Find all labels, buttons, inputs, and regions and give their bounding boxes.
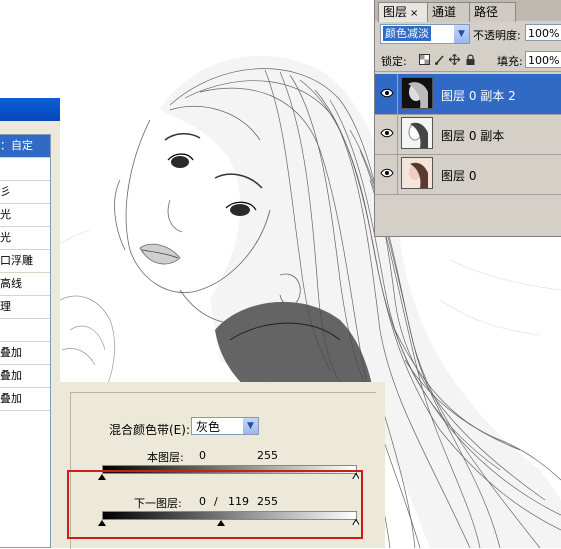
column-divider (397, 74, 398, 114)
chevron-down-icon[interactable]: ▼ (454, 25, 469, 43)
layer-name: 图层 0 副本 2 (441, 89, 516, 103)
layer-name: 图层 0 副本 (441, 129, 505, 143)
chevron-down-icon[interactable]: ▼ (243, 418, 258, 434)
column-divider (397, 114, 398, 154)
tab-layers-label: 图层 (383, 5, 408, 19)
layer-thumbnail (401, 117, 433, 149)
layer-thumbnail (401, 77, 433, 109)
layer-row[interactable]: 图层 0 副本 (375, 114, 561, 155)
tab-close-icon[interactable]: × (410, 8, 418, 19)
tab-paths[interactable]: 路径 (469, 2, 516, 22)
blend-mode-value: 颜色减淡 (383, 26, 431, 41)
column-divider (397, 154, 398, 194)
style-item-outer-glow[interactable]: 光 (0, 204, 50, 227)
eye-icon[interactable] (380, 128, 394, 138)
this-layer-low-value: 0 (199, 449, 206, 462)
style-item[interactable] (0, 158, 50, 181)
style-item-color-overlay[interactable]: 叠加 (0, 342, 50, 365)
dialog-titlebar (0, 98, 60, 121)
blend-if-channel-value: 灰色 (196, 420, 221, 434)
highlight-annotation (67, 470, 363, 539)
opacity-input[interactable]: 100% (525, 24, 561, 41)
this-layer-label: 本图层: (147, 451, 184, 464)
blend-mode-row: 颜色减淡 ▼ 不透明度: 100% (375, 23, 561, 45)
eye-icon[interactable] (380, 168, 394, 178)
layer-style-dialog: ：自定 彡 光 光 口浮雕 高线 理 叠加 叠加 叠加 (0, 98, 60, 548)
lock-row: 锁定: 填充: 100% (375, 49, 561, 72)
eye-icon[interactable] (380, 88, 394, 98)
layer-name: 图层 0 (441, 169, 477, 183)
blend-if-channel-select[interactable]: 灰色 ▼ (191, 417, 259, 435)
style-item-texture[interactable]: 理 (0, 296, 50, 319)
style-item-bevel-emboss[interactable]: 口浮雕 (0, 250, 50, 273)
tab-channels-label: 通道 (432, 5, 457, 19)
style-item-contour[interactable]: 高线 (0, 273, 50, 296)
style-item-drop-shadow[interactable]: 彡 (0, 181, 50, 204)
blend-mode-select[interactable]: 颜色减淡 ▼ (380, 24, 470, 44)
this-layer-high-value: 255 (257, 449, 278, 462)
lock-paint-brush-icon[interactable] (434, 54, 445, 65)
tab-layers[interactable]: 图层 × (378, 2, 432, 22)
style-item-inner-glow[interactable]: 光 (0, 227, 50, 250)
tab-paths-label: 路径 (474, 5, 499, 19)
layer-row[interactable]: 图层 0 副本 2 (375, 74, 561, 115)
lock-label: 锁定: (381, 55, 407, 68)
lock-all-icon[interactable] (465, 54, 476, 65)
tab-channels[interactable]: 通道 (427, 2, 474, 22)
style-item-satin[interactable] (0, 319, 50, 342)
panel-tabs: 图层 × 通道 路径 (375, 0, 561, 22)
layer-thumbnail (401, 157, 433, 189)
blend-if-label: 混合颜色带(E): (109, 423, 190, 437)
style-list: ：自定 彡 光 光 口浮雕 高线 理 叠加 叠加 叠加 (0, 134, 51, 548)
style-item-pattern-overlay[interactable]: 叠加 (0, 388, 50, 411)
fill-input[interactable]: 100% (525, 51, 561, 68)
style-item-blending-options[interactable]: ：自定 (0, 135, 50, 158)
layer-row[interactable]: 图层 0 (375, 154, 561, 195)
lock-transparency-icon[interactable] (419, 54, 430, 65)
lock-position-icon[interactable] (448, 53, 461, 66)
layer-list: 图层 0 副本 2 图层 0 副本 图层 0 (375, 74, 561, 236)
fill-label: 填充: (497, 55, 523, 68)
style-item-gradient-overlay[interactable]: 叠加 (0, 365, 50, 388)
layers-panel: 图层× 通道 路径 颜色减淡 ▼ 不透明度: 100% 锁定: 填充: 100 (374, 0, 561, 237)
opacity-label: 不透明度: (473, 29, 521, 42)
